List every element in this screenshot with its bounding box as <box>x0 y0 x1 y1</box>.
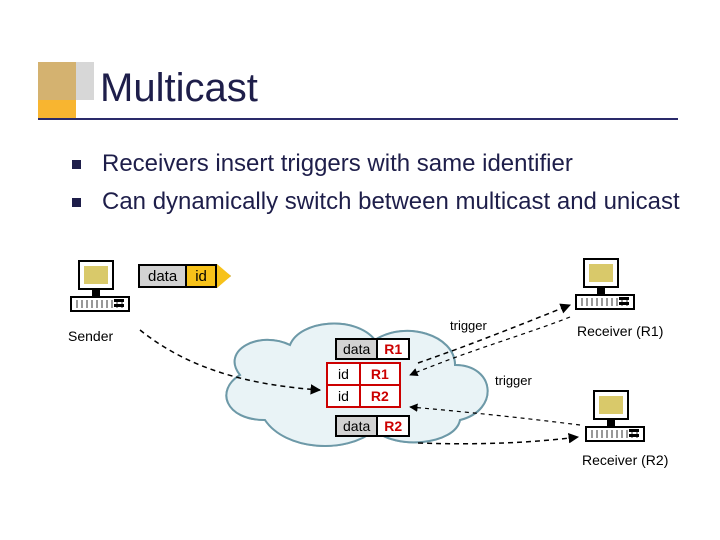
title-accent-grey <box>38 62 94 100</box>
data-r2-tag: data R2 <box>335 415 410 437</box>
data-cell: data <box>335 338 378 360</box>
receiver2-computer-icon <box>585 390 645 446</box>
arrow-tip-icon <box>217 264 231 288</box>
sender-computer-icon <box>70 260 130 316</box>
receiver1-computer-icon <box>575 258 635 314</box>
table-row: id R2 <box>327 385 400 407</box>
title-underline <box>38 118 678 120</box>
receiver2-label: Receiver (R2) <box>582 452 668 468</box>
packet-tag: data id <box>138 264 231 288</box>
bullet-item: Receivers insert triggers with same iden… <box>68 148 700 180</box>
trigger-label-2: trigger <box>495 373 532 388</box>
trigger-label-1: trigger <box>450 318 487 333</box>
packet-data-cell: data <box>138 264 187 288</box>
receiver1-label: Receiver (R1) <box>577 323 663 339</box>
data-r1-tag: data R1 <box>335 338 410 360</box>
r1-cell: R1 <box>378 338 410 360</box>
trigger-r-cell: R2 <box>360 385 400 407</box>
data-cell: data <box>335 415 378 437</box>
bullet-item: Can dynamically switch between multicast… <box>68 186 700 218</box>
trigger-table: id R1 id R2 <box>326 362 401 408</box>
slide-title: Multicast <box>100 66 258 111</box>
packet-id-cell: id <box>187 264 217 288</box>
sender-label: Sender <box>68 328 113 344</box>
trigger-r-cell: R1 <box>360 363 400 385</box>
table-row: id R1 <box>327 363 400 385</box>
r2-cell: R2 <box>378 415 410 437</box>
diagram: Sender data id Receiver (R1) Receiver (R… <box>30 260 700 520</box>
trigger-id-cell: id <box>327 363 360 385</box>
trigger-id-cell: id <box>327 385 360 407</box>
bullet-list: Receivers insert triggers with same iden… <box>68 148 700 225</box>
